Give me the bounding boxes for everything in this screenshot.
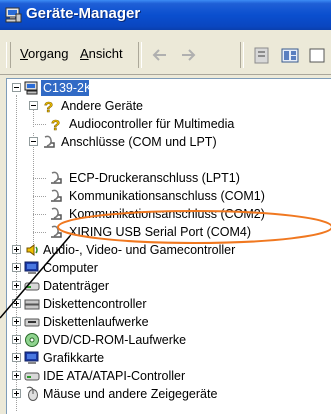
expand-toggle[interactable] xyxy=(12,281,21,290)
toolbar-button-partial[interactable] xyxy=(306,42,331,68)
port-icon xyxy=(51,189,62,202)
tree-node-label: XIRING USB Serial Port (COM4) xyxy=(69,225,251,239)
menu-mnemonic: A xyxy=(80,46,89,61)
menu-bar: Vorgang Ansicht xyxy=(0,34,331,68)
tree-category[interactable]: IDE ATA/ATAPI-Controller xyxy=(7,367,327,385)
view-icon[interactable] xyxy=(278,42,302,68)
port-icon xyxy=(44,135,55,148)
svg-text:?: ? xyxy=(51,117,60,132)
tree-device-xiring[interactable]: XIRING USB Serial Port (COM4) xyxy=(7,223,327,241)
tree-category[interactable]: Mäuse und andere Zeigegeräte xyxy=(7,385,327,403)
toolbar-grip[interactable] xyxy=(6,42,11,68)
tree-node-label: Anschlüsse (COM und LPT) xyxy=(61,135,217,149)
tree-node-label: Diskettenlaufwerke xyxy=(43,315,149,329)
toolbar-separator xyxy=(240,42,244,68)
cdrom-icon xyxy=(25,333,39,347)
tree-root[interactable]: C139-2K xyxy=(7,79,327,97)
tree-node-label: DVD/CD-ROM-Laufwerke xyxy=(43,333,187,347)
expand-toggle[interactable] xyxy=(12,371,21,380)
floppy-controller-icon xyxy=(24,299,40,310)
computer-icon xyxy=(24,261,39,274)
computer-icon xyxy=(24,81,38,95)
tree-node-label: IDE ATA/ATAPI-Controller xyxy=(43,369,186,383)
sound-icon xyxy=(26,244,38,256)
tree-category[interactable]: DVD/CD-ROM-Laufwerke xyxy=(7,331,327,349)
tree-node-label: Datenträger xyxy=(43,279,110,293)
tree-node-label: Audiocontroller für Multimedia xyxy=(69,117,235,131)
tree-node-label: Andere Geräte xyxy=(61,99,143,113)
forward-arrow-icon[interactable] xyxy=(176,42,200,68)
port-icon xyxy=(51,207,62,220)
tree-node-label: Mäuse und andere Zeigegeräte xyxy=(43,387,218,401)
toolbar-partial-icon xyxy=(309,48,325,63)
tree-node-label: ECP-Druckeranschluss (LPT1) xyxy=(69,171,240,185)
port-icon xyxy=(51,225,62,238)
tree-device[interactable]: ? Audiocontroller für Multimedia xyxy=(7,115,327,133)
tree-category[interactable]: Computer xyxy=(7,259,327,277)
collapse-toggle[interactable] xyxy=(29,137,38,146)
collapse-toggle[interactable] xyxy=(29,101,38,110)
disk-icon xyxy=(24,282,40,291)
menu-item-label: organg xyxy=(27,46,69,61)
svg-text:?: ? xyxy=(44,99,53,114)
ide-controller-icon xyxy=(24,372,40,381)
properties-icon[interactable] xyxy=(250,42,274,68)
mouse-icon xyxy=(26,386,38,401)
unknown-device-icon: ? xyxy=(44,99,54,114)
expand-toggle[interactable] xyxy=(12,245,21,254)
tree-root-label: C139-2K xyxy=(43,81,93,95)
tree-node-label: Diskettencontroller xyxy=(43,297,147,311)
floppy-drive-icon xyxy=(24,318,40,327)
tree-category[interactable]: Diskettenlaufwerke xyxy=(7,313,327,331)
tree-device[interactable]: Kommunikationsanschluss (COM1) xyxy=(7,187,327,205)
tree-category[interactable]: ? Andere Geräte xyxy=(7,97,327,115)
device-manager-window: Geräte-Manager Vorgang Ansicht C139-2K ?… xyxy=(0,0,331,414)
collapse-toggle[interactable] xyxy=(12,83,21,92)
tree-node-label: Audio-, Video- und Gamecontroller xyxy=(43,243,236,257)
tree-device[interactable]: Kommunikationsanschluss (COM2) xyxy=(7,205,327,223)
device-manager-icon xyxy=(5,7,22,23)
tree-category[interactable]: Anschlüsse (COM und LPT) xyxy=(7,133,327,151)
tree-node-label: Kommunikationsanschluss (COM2) xyxy=(69,207,265,221)
menu-item-ansicht[interactable]: Ansicht xyxy=(80,46,123,61)
tree-category[interactable]: Audio-, Video- und Gamecontroller xyxy=(7,241,327,259)
tree-device[interactable]: ECP-Druckeranschluss (LPT1) xyxy=(7,169,327,187)
title-bar[interactable]: Geräte-Manager xyxy=(0,0,331,30)
port-icon xyxy=(51,171,62,184)
tree-node-label: Kommunikationsanschluss (COM1) xyxy=(69,189,265,203)
tree-node-label: Grafikkarte xyxy=(43,351,105,365)
expand-toggle[interactable] xyxy=(12,317,21,326)
menu-mnemonic: V xyxy=(20,46,28,61)
expand-toggle[interactable] xyxy=(12,335,21,344)
device-tree[interactable]: C139-2K ? Andere Geräte ? Audiocontrolle… xyxy=(6,78,331,414)
menu-item-vorgang[interactable]: Vorgang xyxy=(20,46,68,61)
menu-item-label: nsicht xyxy=(88,46,123,61)
back-arrow-icon[interactable] xyxy=(148,42,172,68)
expand-toggle[interactable] xyxy=(12,389,21,398)
display-icon xyxy=(24,351,39,364)
tree-category[interactable]: Diskettencontroller xyxy=(7,295,327,313)
expand-toggle[interactable] xyxy=(12,353,21,362)
tree-category[interactable]: Grafikkarte xyxy=(7,349,327,367)
tree-node-label: Computer xyxy=(43,261,98,275)
tree-category[interactable]: Datenträger xyxy=(7,277,327,295)
expand-toggle[interactable] xyxy=(12,263,21,272)
unknown-device-icon: ? xyxy=(51,117,61,132)
toolbar-separator xyxy=(138,42,142,68)
window-title: Geräte-Manager xyxy=(26,5,141,22)
menu-toolbar-band: Vorgang Ansicht xyxy=(0,30,331,75)
expand-toggle[interactable] xyxy=(12,299,21,308)
